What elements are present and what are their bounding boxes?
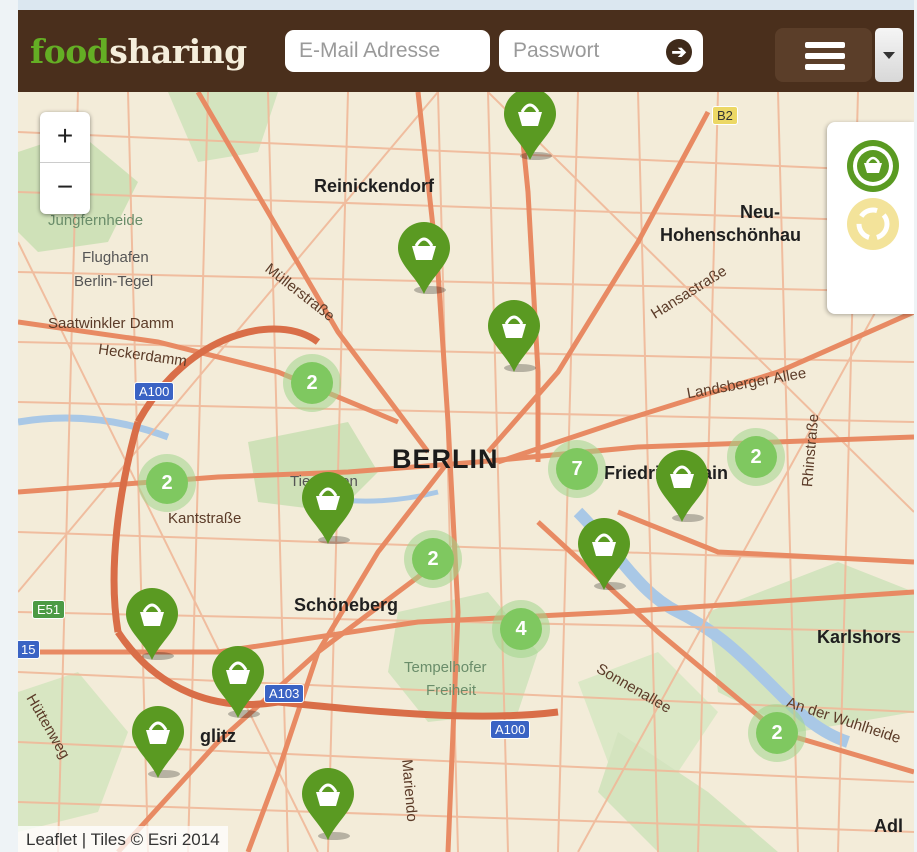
cluster-marker[interactable]: 2 xyxy=(727,428,785,486)
basket-marker[interactable] xyxy=(396,220,452,296)
label-schoeneberg: Schöneberg xyxy=(294,595,399,615)
app-frame: foodsharing ➔ xyxy=(18,0,914,852)
basket-marker[interactable] xyxy=(130,704,186,780)
cluster-marker[interactable]: 2 xyxy=(283,354,341,412)
map-attribution[interactable]: Leaflet | Tiles © Esri 2014 xyxy=(18,826,228,852)
arrow-right-circle-icon[interactable]: ➔ xyxy=(666,39,692,65)
zoom-control: + − xyxy=(40,112,90,214)
label-berlin: BERLIN xyxy=(392,444,499,474)
label-adl: Adl xyxy=(874,816,903,836)
cluster-marker[interactable]: 2 xyxy=(748,704,806,762)
highway-b2: B2 xyxy=(712,106,738,125)
highway-a103: A103 xyxy=(264,684,305,703)
recycle-icon[interactable] xyxy=(847,198,899,250)
label-hohenschoenhausen: Hohenschönhau xyxy=(660,225,802,245)
cluster-marker[interactable]: 4 xyxy=(492,600,550,658)
highway-a100-south: A100 xyxy=(490,720,531,739)
menu-button[interactable] xyxy=(775,28,872,82)
highway-e15: 15 xyxy=(18,640,41,659)
zoom-out-button[interactable]: − xyxy=(40,163,90,213)
layer-panel xyxy=(827,122,914,314)
label-freiheit: Freiheit xyxy=(426,682,477,699)
logo[interactable]: foodsharing xyxy=(30,32,247,71)
browser-strip xyxy=(18,0,914,10)
logo-food: food xyxy=(30,32,110,71)
highway-e51: E51 xyxy=(32,600,66,619)
basket-marker[interactable] xyxy=(502,92,558,162)
cluster-marker[interactable]: 7 xyxy=(548,440,606,498)
cluster-count: 2 xyxy=(291,362,333,404)
basket-marker[interactable] xyxy=(124,586,180,662)
cluster-count: 7 xyxy=(556,448,598,490)
cluster-count: 2 xyxy=(412,538,454,580)
label-steglitz: glitz xyxy=(200,726,236,746)
label-reinickendorf: Reinickendorf xyxy=(314,176,435,196)
label-tegel: Berlin-Tegel xyxy=(74,273,154,290)
basket-marker[interactable] xyxy=(210,644,266,720)
email-field[interactable] xyxy=(285,30,490,72)
label-tempelhofer: Tempelhofer xyxy=(404,659,487,676)
basket-marker[interactable] xyxy=(576,516,632,592)
label-jungfernheide: Jungfernheide xyxy=(48,212,144,229)
basket-marker[interactable] xyxy=(654,448,710,524)
cluster-count: 2 xyxy=(756,712,798,754)
cluster-marker[interactable]: 2 xyxy=(404,530,462,588)
map-view[interactable]: Reinickendorf Neu- Hohenschönhau Jungfer… xyxy=(18,92,914,852)
basket-marker[interactable] xyxy=(486,298,542,374)
logo-sharing: sharing xyxy=(109,32,247,71)
top-header: foodsharing ➔ xyxy=(18,10,914,92)
label-saatwinkler: Saatwinkler Damm xyxy=(48,315,174,332)
cluster-count: 2 xyxy=(735,436,777,478)
zoom-in-button[interactable]: + xyxy=(40,112,90,163)
cluster-count: 4 xyxy=(500,608,542,650)
cluster-count: 2 xyxy=(146,462,188,504)
highway-a100-north: A100 xyxy=(134,382,175,401)
basket-marker[interactable] xyxy=(300,470,356,546)
caret-down-icon[interactable] xyxy=(875,28,903,82)
label-kantstrasse: Kantstraße xyxy=(168,510,242,527)
label-karlshorst: Karlshors xyxy=(817,627,902,647)
label-flughafen: Flughafen xyxy=(82,249,149,266)
hamburger-menu-icon xyxy=(805,42,845,70)
basket-marker[interactable] xyxy=(300,766,356,842)
cluster-marker[interactable]: 2 xyxy=(138,454,196,512)
label-neu: Neu- xyxy=(740,202,780,222)
basket-icon[interactable] xyxy=(847,140,899,192)
